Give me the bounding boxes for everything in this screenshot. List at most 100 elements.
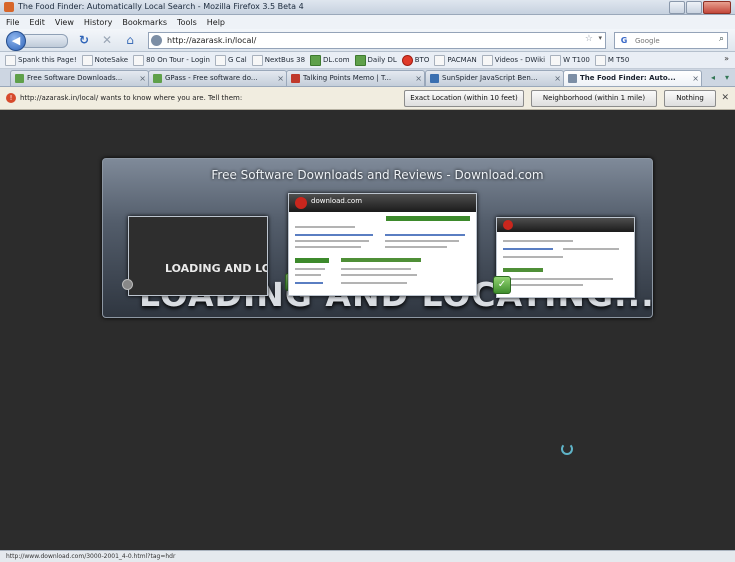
bookmark-icon — [550, 54, 562, 66]
url-dropdown-icon[interactable]: ▾ — [598, 34, 602, 42]
preview-text-line — [341, 274, 417, 276]
browser-tab[interactable]: The Food Finder: Auto... × — [563, 70, 702, 86]
neighborhood-button[interactable]: Neighborhood (within 1 mile) — [531, 90, 657, 107]
bookmarks-toolbar: » Spank this Page! NoteSake 80 On Tour - L… — [0, 52, 735, 69]
preview-text-line — [295, 268, 325, 270]
bookmark-icon — [354, 54, 366, 66]
browser-tab[interactable]: SunSpider JavaScript Ben... × — [425, 70, 564, 86]
menu-help[interactable]: Help — [207, 18, 225, 27]
bookmark-item[interactable]: NoteSake — [81, 54, 129, 66]
tab-close-icon[interactable]: × — [277, 71, 284, 86]
forward-button[interactable] — [20, 34, 68, 48]
bookmark-item[interactable]: PACMAN — [434, 54, 477, 66]
bookmark-item[interactable]: Spank this Page! — [5, 54, 77, 66]
bookmark-icon — [310, 54, 322, 66]
bookmark-icon — [5, 54, 16, 66]
search-engine-icon[interactable]: G — [617, 35, 631, 46]
search-input[interactable] — [635, 33, 709, 48]
download-shield-icon: ✓ — [493, 276, 511, 294]
download-logo-icon — [295, 197, 307, 209]
menu-history[interactable]: History — [84, 18, 112, 27]
menu-tools[interactable]: Tools — [177, 18, 197, 27]
preview-text-line — [341, 268, 411, 270]
bookmark-label: M T50 — [607, 56, 630, 64]
bookmark-icon — [481, 54, 493, 66]
navigation-toolbar: ◀ ↻ ✕ ⌂ ☆ ▾ G ⌕ — [0, 29, 735, 52]
search-box[interactable]: G ⌕ — [614, 32, 728, 49]
tab-label: Talking Points Memo | T... — [303, 74, 392, 82]
tab-close-icon[interactable]: × — [692, 71, 699, 86]
menu-edit[interactable]: Edit — [29, 18, 45, 27]
status-bar: http://www.download.com/3000-2001_4-0.ht… — [0, 550, 735, 562]
bookmark-icon — [434, 54, 446, 66]
bookmark-label: Videos - DWiki — [494, 56, 546, 64]
nothing-button[interactable]: Nothing — [664, 90, 716, 107]
browser-tab[interactable]: Free Software Downloads... × — [10, 70, 149, 86]
preview-text-line — [385, 234, 465, 236]
bookmark-label: Spank this Page! — [18, 56, 77, 64]
maximize-button[interactable] — [686, 1, 702, 14]
bookmark-item[interactable]: M T50 — [594, 54, 630, 66]
bookmark-item[interactable]: DL.com — [310, 54, 350, 66]
bookmark-label: NoteSake — [94, 56, 129, 64]
back-icon[interactable]: ◀ — [6, 31, 26, 51]
bookmark-label: PACMAN — [447, 56, 477, 64]
preview-site-name: download.com — [311, 197, 363, 205]
menu-file[interactable]: File — [6, 18, 19, 27]
bookmarks-overflow-icon[interactable]: » — [724, 54, 729, 63]
close-window-button[interactable] — [703, 1, 731, 14]
tab-close-icon[interactable]: × — [139, 71, 146, 86]
tab-scroll-right-icon[interactable]: ◂ — [708, 72, 718, 83]
reload-icon[interactable]: ↻ — [76, 32, 92, 48]
tab-preview-gpass[interactable] — [496, 217, 635, 298]
home-icon[interactable]: ⌂ — [122, 32, 138, 48]
bookmark-label: G Cal — [227, 56, 247, 64]
tab-label: Free Software Downloads... — [27, 74, 123, 82]
bookmark-item[interactable]: W T100 — [550, 54, 590, 66]
bookmark-item[interactable]: G Cal — [214, 54, 247, 66]
tab-preview-download-com[interactable]: download.com — [288, 193, 477, 296]
bookmark-item[interactable]: 80 On Tour - Login — [133, 54, 210, 66]
preview-text-line — [295, 234, 373, 236]
browser-tab[interactable]: GPass - Free software do... × — [148, 70, 287, 86]
preview-heading — [503, 268, 543, 272]
bookmark-item[interactable]: Daily DL — [354, 54, 397, 66]
bookmark-item[interactable]: BTO — [401, 54, 429, 66]
bookmark-label: 80 On Tour - Login — [146, 56, 210, 64]
url-input[interactable] — [167, 33, 567, 48]
tab-switcher-panel: Free Software Downloads and Reviews - Do… — [102, 158, 653, 318]
download-logo-icon — [503, 220, 513, 230]
bookmark-label: W T100 — [563, 56, 590, 64]
tab-favicon — [568, 74, 577, 83]
bookmark-star-icon[interactable]: ☆ — [585, 34, 593, 44]
preview-site-header — [497, 218, 634, 232]
preview-text-line — [385, 240, 459, 242]
tab-preview-food-finder[interactable]: LOADING AND LO — [128, 216, 268, 296]
loading-text-small: LOADING AND LO — [165, 262, 268, 275]
bookmark-icon — [594, 54, 606, 66]
tab-close-icon[interactable]: × — [554, 71, 561, 86]
close-notification-icon[interactable]: ✕ — [721, 87, 729, 109]
loading-spinner-icon — [561, 443, 573, 455]
minimize-button[interactable] — [669, 1, 685, 14]
tab-favicon — [430, 74, 439, 83]
bookmark-item[interactable]: Videos - DWiki — [481, 54, 546, 66]
exact-location-button[interactable]: Exact Location (within 10 feet) — [404, 90, 524, 107]
menu-view[interactable]: View — [55, 18, 74, 27]
tab-list-icon[interactable]: ▾ — [722, 72, 732, 83]
search-icon[interactable]: ⌕ — [719, 34, 724, 44]
preview-text-line — [295, 226, 355, 228]
tab-favicon — [15, 74, 24, 83]
preview-text-line — [385, 246, 447, 248]
switcher-title: Free Software Downloads and Reviews - Do… — [211, 168, 544, 182]
bookmark-label: DL.com — [323, 56, 350, 64]
tab-close-icon[interactable]: × — [415, 71, 422, 86]
browser-tab[interactable]: Talking Points Memo | T... × — [286, 70, 425, 86]
geolocation-notification-bar: ! http://azarask.in/local/ wants to know… — [0, 87, 735, 110]
url-bar[interactable]: ☆ ▾ — [148, 32, 606, 49]
firefox-icon — [4, 2, 14, 12]
stop-icon[interactable]: ✕ — [99, 32, 115, 48]
menu-bookmarks[interactable]: Bookmarks — [122, 18, 167, 27]
bookmark-item[interactable]: NextBus 38 — [251, 54, 305, 66]
site-identity-icon[interactable] — [151, 35, 162, 46]
